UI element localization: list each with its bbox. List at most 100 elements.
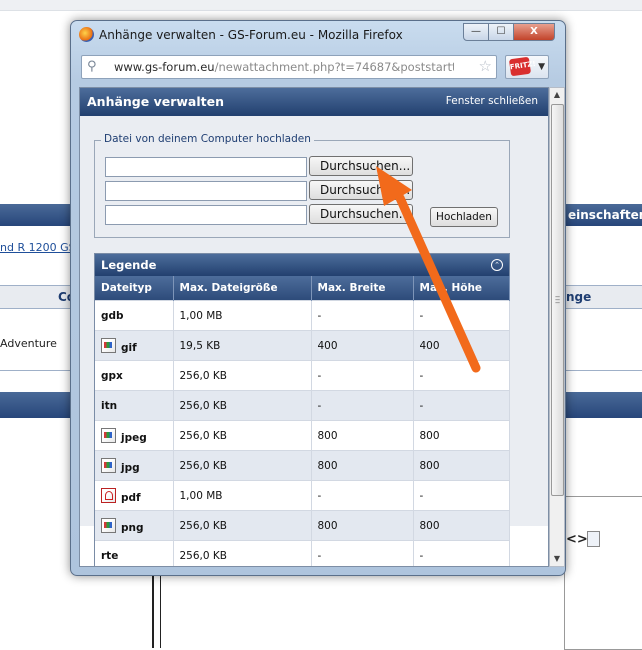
scrollbar-thumb[interactable]: ‒ ‒ ‒	[551, 104, 564, 496]
max-width-cell-text: -	[317, 369, 322, 382]
max-size-cell-text: 1,00 MB	[179, 309, 223, 322]
close-window-link[interactable]: Fenster schließen	[446, 95, 538, 107]
url-bar[interactable]: ⚲ www.gs-forum.eu/newattachment.php?t=74…	[81, 55, 497, 79]
browse-button-2[interactable]: Durchsuchen...	[309, 180, 413, 200]
max-width-cell-text: -	[317, 489, 322, 502]
window-title: Anhänge verwalten - GS-Forum.eu - Mozill…	[99, 28, 403, 42]
file-type-cell: gpx	[95, 360, 174, 391]
chevron-down-icon[interactable]: ▼	[538, 62, 545, 72]
max-height-cell-text: -	[419, 399, 424, 412]
max-height-cell-text: 800	[419, 459, 440, 472]
upload-fieldset: Datei von deinem Computer hochladen Durc…	[94, 133, 510, 238]
vertical-scrollbar[interactable]: ▲ ‒ ‒ ‒ ▼	[549, 87, 565, 567]
bookmark-star-icon[interactable]: ☆	[479, 57, 492, 75]
collapse-icon[interactable]: ⌃	[491, 259, 503, 271]
column-header-height: Max. Höhe	[413, 276, 510, 301]
max-size-cell-text: 256,0 KB	[179, 429, 228, 442]
column-header-width: Max. Breite	[311, 276, 414, 301]
file-type-cell-text: jpg	[121, 461, 140, 474]
window-controls: — ☐ X	[463, 23, 555, 41]
url-text[interactable]: www.gs-forum.eu/newattachment.php?t=7468…	[114, 60, 454, 74]
max-height-cell-text: -	[419, 369, 424, 382]
scrollbar-grip: ‒ ‒ ‒	[555, 292, 561, 307]
legend-box: Legende ⌃ Dateityp Max. Dateigröße Max. …	[94, 253, 510, 566]
file-input-2[interactable]	[105, 181, 307, 201]
max-height-cell-text: -	[419, 309, 424, 322]
max-width-cell: 800	[311, 510, 414, 541]
background-header-text: einschaften	[568, 208, 642, 222]
pdf-icon	[101, 487, 116, 503]
maximize-button[interactable]: ☐	[488, 23, 514, 41]
max-size-cell-text: 19,5 KB	[179, 339, 221, 352]
max-height-cell: 800	[413, 450, 510, 481]
browse-button-3[interactable]: Durchsuchen...	[309, 204, 413, 224]
background-nav-arrows[interactable]: <>	[566, 532, 588, 547]
max-width-cell-text: -	[317, 549, 322, 562]
image-icon	[101, 457, 116, 473]
max-height-cell-text: -	[419, 549, 424, 562]
max-height-cell: -	[413, 300, 510, 331]
file-type-cell-text: gpx	[101, 369, 123, 382]
file-input-1[interactable]	[105, 157, 307, 177]
php-file-icon	[587, 531, 600, 547]
legend-header[interactable]: Legende ⌃	[95, 254, 509, 276]
file-input-3[interactable]	[105, 205, 307, 225]
file-type-cell-text: gdb	[101, 309, 124, 322]
max-size-cell: 1,00 MB	[173, 300, 312, 331]
table-row: gif 19,5 KB 400 400	[95, 330, 510, 361]
file-type-cell: jpeg	[95, 420, 174, 451]
max-size-cell: 256,0 KB	[173, 450, 312, 481]
background-top-strip	[0, 0, 642, 11]
max-width-cell: -	[311, 300, 414, 331]
max-size-cell: 256,0 KB	[173, 510, 312, 541]
max-height-cell: 400	[413, 330, 510, 361]
max-height-cell-text: 800	[419, 429, 440, 442]
page-viewport: Anhänge verwalten Fenster schließen Date…	[79, 87, 549, 567]
scroll-up-arrow-icon[interactable]: ▲	[550, 88, 564, 102]
browse-button-1[interactable]: Durchsuchen...	[309, 156, 413, 176]
page-header: Anhänge verwalten Fenster schließen	[80, 88, 548, 116]
max-width-cell: 800	[311, 450, 414, 481]
image-icon	[101, 427, 116, 443]
max-width-cell: 400	[311, 330, 414, 361]
image-icon	[101, 517, 116, 533]
file-types-body: gdb 1,00 MB - - gif 19,5 KB 400 400 gpx 256,0 KB -…	[95, 300, 510, 566]
max-width-cell: -	[311, 360, 414, 391]
max-size-cell: 1,00 MB	[173, 480, 312, 511]
upload-legend: Datei von deinem Computer hochladen	[101, 133, 314, 145]
table-row: gpx 256,0 KB - -	[95, 360, 510, 391]
addon-button[interactable]: FRITZ! ▼	[505, 55, 549, 79]
max-width-cell: -	[311, 480, 414, 511]
background-vertical-line	[152, 572, 154, 648]
max-size-cell: 256,0 KB	[173, 420, 312, 451]
background-row-text: Adventure	[0, 337, 57, 350]
max-size-cell-text: 256,0 KB	[179, 459, 228, 472]
table-row: pdf 1,00 MB - -	[95, 480, 510, 511]
max-size-cell: 256,0 KB	[173, 540, 312, 566]
max-size-cell: 19,5 KB	[173, 330, 312, 361]
close-window-button[interactable]: X	[513, 23, 555, 41]
table-row: rte 256,0 KB - -	[95, 540, 510, 566]
page-title: Anhänge verwalten	[87, 94, 224, 109]
max-size-cell-text: 256,0 KB	[179, 549, 228, 562]
image-icon	[101, 337, 116, 353]
max-height-cell-text: 400	[419, 339, 440, 352]
column-header-size: Max. Dateigröße	[173, 276, 312, 301]
max-size-cell: 256,0 KB	[173, 390, 312, 421]
file-type-cell-text: itn	[101, 399, 118, 412]
firefox-icon	[79, 27, 94, 42]
file-type-cell-text: pdf	[121, 491, 141, 504]
max-width-cell-text: -	[317, 309, 322, 322]
file-type-cell-text: gif	[121, 341, 137, 354]
scroll-down-arrow-icon[interactable]: ▼	[550, 552, 564, 566]
upload-button[interactable]: Hochladen	[430, 207, 498, 227]
max-size-cell-text: 256,0 KB	[179, 399, 228, 412]
max-width-cell: 800	[311, 420, 414, 451]
site-identity-icon[interactable]: ⚲	[87, 59, 97, 74]
file-type-cell: rte	[95, 540, 174, 566]
file-type-cell: jpg	[95, 450, 174, 481]
background-vertical-line-2	[160, 572, 161, 648]
minimize-button[interactable]: —	[463, 23, 489, 41]
file-type-cell: gdb	[95, 300, 174, 331]
file-type-cell-text: jpeg	[121, 431, 147, 444]
